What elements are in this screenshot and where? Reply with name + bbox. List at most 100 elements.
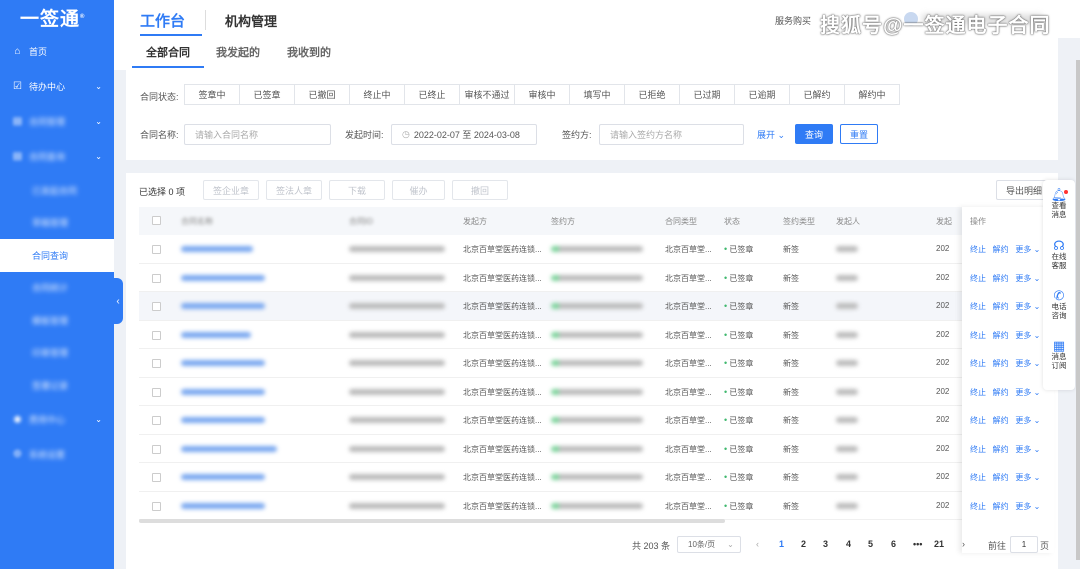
- online-service-button[interactable]: ☊ 在线 客服: [1043, 239, 1075, 270]
- dissolve-link[interactable]: 解约: [993, 473, 1009, 482]
- tab-all-contracts[interactable]: 全部合同: [146, 44, 190, 60]
- status-filter-option[interactable]: 已逾期: [734, 84, 790, 105]
- row-checkbox[interactable]: [152, 444, 161, 454]
- terminate-link[interactable]: 终止: [970, 416, 986, 425]
- phone-consult-button[interactable]: ✆ 电话 咨询: [1043, 289, 1075, 320]
- row-checkbox[interactable]: [152, 302, 161, 311]
- page-size-select[interactable]: 10条/页 ⌄: [677, 536, 741, 553]
- status-filter-option[interactable]: 已终止: [404, 84, 460, 105]
- reset-button[interactable]: 重置: [840, 124, 878, 144]
- dissolve-link[interactable]: 解约: [993, 331, 1009, 340]
- contract-name-link-blurred[interactable]: [181, 417, 265, 423]
- status-filter-option[interactable]: 审核不通过: [459, 84, 515, 105]
- page-number[interactable]: 4: [846, 539, 851, 549]
- table-row[interactable]: 北京百草堂医药连锁... 北京百草堂... • 已签章 新签 202: [139, 292, 1049, 321]
- workspace-tab[interactable]: 工作台: [140, 10, 185, 31]
- sidebar-item-1[interactable]: ☑ 待办中心 ⌄: [0, 69, 114, 104]
- table-row[interactable]: 北京百草堂医药连锁... 北京百草堂... • 已签章 新签 202: [139, 492, 1049, 520]
- search-button[interactable]: 查询: [795, 124, 833, 144]
- signer-input[interactable]: 请输入签约方名称: [599, 124, 744, 145]
- sidebar-item-3[interactable]: ▤ 合同查询 ⌄: [0, 139, 114, 174]
- dissolve-link[interactable]: 解约: [993, 302, 1009, 311]
- view-messages-button[interactable]: 🔔︎ 查看 消息: [1043, 188, 1075, 219]
- table-row[interactable]: 北京百草堂医药连锁... 北京百草堂... • 已签章 新签 202: [139, 264, 1049, 292]
- table-row[interactable]: 北京百草堂医药连锁... 北京百草堂... • 已签章 新签 202: [139, 435, 1049, 463]
- more-dropdown[interactable]: 更多 ⌄: [1015, 416, 1040, 425]
- status-filter-option[interactable]: 已解约: [789, 84, 845, 105]
- page-number[interactable]: 1: [779, 539, 784, 549]
- contract-name-link-blurred[interactable]: [181, 360, 265, 366]
- row-checkbox[interactable]: [152, 473, 161, 482]
- withdraw-button[interactable]: 撤回: [452, 180, 508, 200]
- more-dropdown[interactable]: 更多 ⌄: [1015, 245, 1040, 254]
- table-row[interactable]: 北京百草堂医药连锁... 北京百草堂... • 已签章 新签 202: [139, 378, 1049, 406]
- contract-name-link-blurred[interactable]: [181, 246, 253, 252]
- dissolve-link[interactable]: 解约: [993, 388, 1009, 397]
- contract-name-link-blurred[interactable]: [181, 445, 277, 452]
- sidebar-item-0[interactable]: ⌂ 首页: [0, 34, 114, 69]
- sidebar-subitem-6[interactable]: 签署记录: [0, 369, 114, 402]
- status-filter-option[interactable]: 已签章: [239, 84, 295, 105]
- terminate-link[interactable]: 终止: [970, 502, 986, 511]
- next-page-icon[interactable]: ›: [962, 539, 965, 549]
- row-checkbox[interactable]: [152, 245, 161, 254]
- status-filter-option[interactable]: 审核中: [514, 84, 570, 105]
- tab-initiated[interactable]: 我发起的: [216, 44, 260, 60]
- sidebar-subitem-5[interactable]: 印章管理: [0, 337, 114, 370]
- terminate-link[interactable]: 终止: [970, 388, 986, 397]
- contract-name-link-blurred[interactable]: [181, 303, 265, 309]
- select-all-checkbox[interactable]: [152, 216, 161, 225]
- terminate-link[interactable]: 终止: [970, 331, 986, 340]
- more-dropdown[interactable]: 更多 ⌄: [1015, 388, 1040, 397]
- page-number[interactable]: 5: [868, 539, 873, 549]
- contract-name-link-blurred[interactable]: [181, 502, 265, 509]
- sidebar-collapse-button[interactable]: ‹: [113, 278, 123, 324]
- terminate-link[interactable]: 终止: [970, 473, 986, 482]
- row-checkbox[interactable]: [152, 273, 161, 283]
- dissolve-link[interactable]: 解约: [993, 445, 1009, 454]
- sidebar-subitem-0[interactable]: 已发起合同: [0, 174, 114, 207]
- table-row[interactable]: 北京百草堂医药连锁... 北京百草堂... • 已签章 新签 202: [139, 406, 1049, 435]
- row-checkbox[interactable]: [152, 387, 161, 397]
- table-row[interactable]: 北京百草堂医药连锁... 北京百草堂... • 已签章 新签 202: [139, 321, 1049, 349]
- sidebar-subitem-1[interactable]: 草稿管理: [0, 207, 114, 240]
- more-dropdown[interactable]: 更多 ⌄: [1015, 302, 1040, 311]
- sidebar-subitem-2[interactable]: 合同查询: [0, 239, 114, 272]
- dissolve-link[interactable]: 解约: [993, 245, 1009, 254]
- horizontal-scrollbar[interactable]: [139, 519, 725, 523]
- sidebar-bottom-item-1[interactable]: ⚙ 系统设置: [0, 437, 114, 472]
- table-row[interactable]: 北京百草堂医药连锁... 北京百草堂... • 已签章 新签 202: [139, 349, 1049, 378]
- page-number[interactable]: 6: [891, 539, 896, 549]
- service-purchase-link[interactable]: 服务购买: [775, 14, 811, 27]
- expand-button[interactable]: 展开 ⌄: [757, 128, 785, 141]
- download-button[interactable]: 下载: [329, 180, 385, 200]
- more-dropdown[interactable]: 更多 ⌄: [1015, 502, 1040, 511]
- urge-button[interactable]: 催办: [392, 180, 445, 200]
- page-number[interactable]: •••: [913, 539, 922, 549]
- more-dropdown[interactable]: 更多 ⌄: [1015, 359, 1040, 368]
- sidebar-subitem-4[interactable]: 模板管理: [0, 304, 114, 337]
- status-filter-option[interactable]: 解约中: [844, 84, 900, 105]
- status-filter-option[interactable]: 填写中: [569, 84, 625, 105]
- terminate-link[interactable]: 终止: [970, 302, 986, 311]
- row-checkbox[interactable]: [152, 359, 161, 368]
- terminate-link[interactable]: 终止: [970, 274, 986, 283]
- page-scrollbar[interactable]: [1076, 60, 1080, 560]
- status-filter-option[interactable]: 终止中: [349, 84, 405, 105]
- more-dropdown[interactable]: 更多 ⌄: [1015, 473, 1040, 482]
- row-checkbox[interactable]: [152, 501, 161, 511]
- sidebar-bottom-item-0[interactable]: ◉ 费用中心 ⌄: [0, 402, 114, 437]
- page-number[interactable]: 3: [823, 539, 828, 549]
- page-number[interactable]: 2: [801, 539, 806, 549]
- subscribe-messages-button[interactable]: ▦ 消息 订阅: [1043, 339, 1075, 370]
- sidebar-subitem-3[interactable]: 合同统计: [0, 272, 114, 305]
- more-dropdown[interactable]: 更多 ⌄: [1015, 274, 1040, 283]
- dissolve-link[interactable]: 解约: [993, 416, 1009, 425]
- table-row[interactable]: 北京百草堂医药连锁... 北京百草堂... • 已签章 新签 202: [139, 235, 1049, 264]
- more-dropdown[interactable]: 更多 ⌄: [1015, 445, 1040, 454]
- tab-received[interactable]: 我收到的: [287, 44, 331, 60]
- contract-name-link-blurred[interactable]: [181, 388, 265, 395]
- contract-name-input[interactable]: 请输入合同名称: [184, 124, 331, 145]
- prev-page-icon[interactable]: ‹: [756, 539, 759, 549]
- terminate-link[interactable]: 终止: [970, 359, 986, 368]
